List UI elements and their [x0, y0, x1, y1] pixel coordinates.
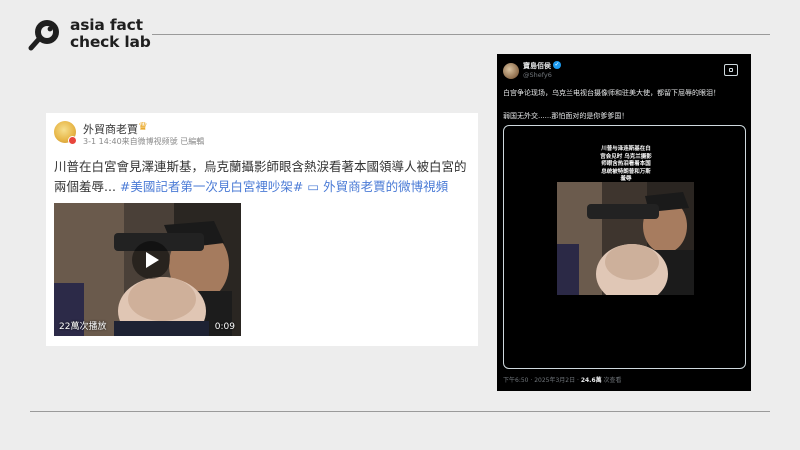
- header-divider: [152, 34, 770, 35]
- video-frame-image: [557, 182, 694, 295]
- caption-line: 宫会见时 乌克兰摄影: [600, 153, 652, 160]
- x-view-count: 24.6萬: [580, 377, 602, 384]
- x-handle[interactable]: @Shefy6: [523, 71, 552, 79]
- caption-line: 师眼含热泪看着本国: [601, 161, 651, 167]
- logo-line-1: asia fact: [70, 16, 143, 34]
- logo-line-2: check lab: [70, 33, 151, 51]
- crown-icon: ♛: [138, 120, 148, 133]
- footer-divider: [30, 411, 770, 412]
- verified-badge-icon: ✓: [553, 61, 561, 69]
- weibo-post-card: 外貿商老賈 ♛ 3-1 14:40来自微博视频號 已編輯 川普在白宮會見澤連斯基…: [46, 113, 478, 346]
- x-post-card: 寶島佰侯 ✓ @Shefy6 白宫争论现场，乌克兰电视台摄像师和驻美大使，都留下…: [497, 54, 751, 391]
- x-video-media[interactable]: 川普与泽连斯基在白 宫会见时 乌克兰摄影 师眼含热泪看着本国 总统被特朗普和万斯…: [503, 125, 746, 369]
- weibo-video-link[interactable]: 外貿商老賈的微博視頻: [323, 179, 448, 194]
- weibo-hashtag-link[interactable]: #美國記者第一次見白宮裡吵架#: [120, 179, 303, 194]
- x-video-frame: [557, 182, 694, 295]
- x-post-text-line-2: 弱国无外交......那怕面对的是你爹爹国！: [503, 112, 629, 120]
- x-post-text-line-1: 白宫争论现场，乌克兰电视台摄像师和驻美大使，都留下屈辱的眼泪！: [503, 89, 720, 97]
- weibo-username[interactable]: 外貿商老賈: [83, 121, 138, 137]
- magnifier-logo-icon: [28, 20, 59, 51]
- logo-text: asia fact check lab: [70, 17, 151, 51]
- caption-line: 总统被特朗普和万斯: [601, 168, 651, 175]
- x-post-time[interactable]: 下午6:50 · 2025年3月2日 ·: [503, 377, 581, 384]
- video-view-count: 22萬次播放: [59, 322, 107, 332]
- weibo-post-text: 川普在白宮會見澤連斯基，烏克蘭攝影師眼含熱淚看著本國領導人被白宮的兩個羞辱...…: [54, 157, 472, 197]
- weibo-post-meta: 3-1 14:40来自微博视频號 已編輯: [83, 137, 205, 146]
- weibo-badge-icon: [68, 136, 77, 145]
- x-avatar[interactable]: [503, 63, 519, 79]
- asia-fact-check-lab-logo: asia fact check lab: [28, 17, 168, 53]
- play-button-icon[interactable]: [132, 241, 170, 279]
- video-caption-overlay: 川普与泽连斯基在白 宫会见时 乌克兰摄影 师眼含热泪看着本国 总统被特朗普和万斯…: [595, 146, 657, 184]
- video-duration: 0:09: [214, 322, 235, 332]
- video-link-icon: ▭: [307, 179, 320, 194]
- x-view-label: 次查看: [601, 377, 622, 384]
- x-username[interactable]: 寶島佰侯: [523, 61, 551, 71]
- x-post-footer: 下午6:50 · 2025年3月2日 · 24.6萬 次查看: [503, 375, 622, 384]
- weibo-video-player[interactable]: 22萬次播放 0:09: [54, 203, 241, 336]
- caption-line: 川普与泽连斯基在白: [601, 146, 651, 152]
- grok-menu-icon[interactable]: [724, 64, 738, 76]
